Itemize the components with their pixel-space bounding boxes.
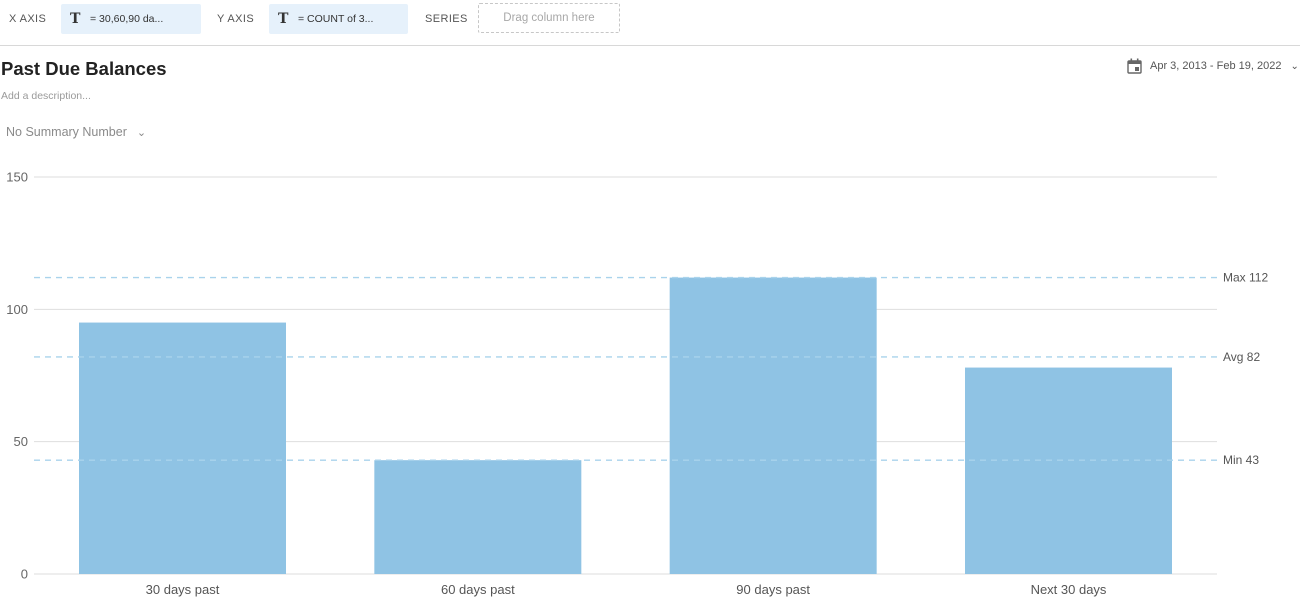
- x-tick-label: 90 days past: [736, 582, 810, 597]
- bar-90-days-past[interactable]: [669, 277, 877, 574]
- reference-line-label: Max 112: [1223, 271, 1268, 285]
- y-tick-label: 0: [21, 567, 28, 582]
- x-tick-label: 30 days past: [146, 582, 220, 597]
- bar-chart: 0 50 100 150 30 days past 60 days past 90 days…: [6, 170, 1268, 598]
- x-tick-label: 60 days past: [441, 582, 515, 597]
- y-tick-label: 50: [14, 434, 28, 449]
- bar-next-30-days[interactable]: [965, 367, 1172, 574]
- bar-30-days-past[interactable]: [79, 322, 286, 574]
- bar-60-days-past[interactable]: [374, 460, 582, 574]
- y-tick-label: 100: [6, 302, 28, 317]
- y-tick-label: 150: [6, 170, 28, 185]
- reference-line-label: Avg 82: [1223, 350, 1260, 364]
- x-tick-label: Next 30 days: [1031, 582, 1107, 597]
- reference-line-label: Min 43: [1223, 453, 1259, 467]
